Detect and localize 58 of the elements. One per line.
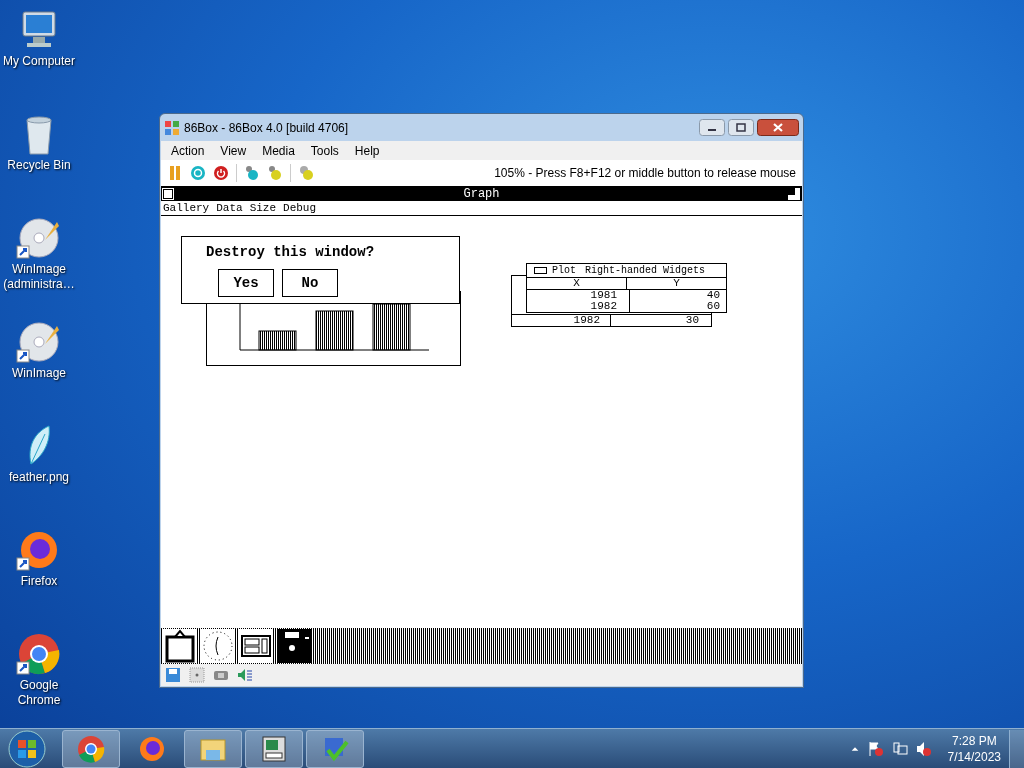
status-text: 105% - Press F8+F12 or middle button to release mouse <box>494 166 796 180</box>
window-subtitle: Right-handed Widgets <box>585 264 706 277</box>
panel-icon[interactable] <box>239 629 273 663</box>
chart-bar <box>258 330 297 351</box>
minimize-icon[interactable] <box>699 119 725 136</box>
icon-label[interactable]: Firefox <box>1 574 77 589</box>
speaker-muted-icon[interactable] <box>915 740 932 757</box>
maximize-icon[interactable] <box>728 119 754 136</box>
table-cell-text: 1982 <box>589 301 618 312</box>
table-cell-text: 1981 <box>589 290 618 301</box>
clipboard-icon[interactable] <box>163 629 197 663</box>
menu-item[interactable]: Tools <box>302 143 347 158</box>
table-cell: 60 <box>629 301 726 312</box>
menu-item[interactable]: Debug <box>283 202 317 214</box>
icon-label[interactable]: Recycle Bin <box>1 158 77 173</box>
clock-time[interactable]: 7:28 PM <box>951 732 997 749</box>
clock-date[interactable]: 7/14/2023 <box>947 748 1001 765</box>
dialog-button[interactable]: Yes <box>218 269 274 297</box>
menu-item[interactable]: Media <box>254 143 303 158</box>
chrome-icon <box>76 733 106 764</box>
column-header: Y <box>626 278 726 289</box>
power-icon[interactable] <box>213 165 229 181</box>
icon-label[interactable]: Google Chrome <box>1 678 77 708</box>
network-icon[interactable] <box>891 740 908 757</box>
start-button[interactable] <box>7 728 47 768</box>
clock-icon[interactable] <box>201 629 235 663</box>
icon-label[interactable]: My Computer <box>1 54 77 69</box>
chrome-taskbar-button[interactable] <box>62 729 120 768</box>
close-icon[interactable] <box>757 119 799 136</box>
menu-item[interactable]: View <box>212 143 255 158</box>
computer-icon <box>259 733 289 764</box>
table-cell: 30 <box>610 315 711 326</box>
chart-bar <box>315 310 354 351</box>
dialog-button[interactable]: No <box>282 269 338 297</box>
close-box[interactable] <box>534 267 547 274</box>
folder-taskbar-button[interactable] <box>184 729 242 768</box>
zoom-box[interactable] <box>788 187 800 200</box>
window-title: 86Box - 86Box 4.0 [build 4706] <box>184 120 350 135</box>
icon-label[interactable]: WinImage (administra… <box>1 262 77 292</box>
menu-item[interactable]: Size <box>249 202 277 214</box>
table-cell: 40 <box>629 290 726 301</box>
app-icon <box>164 119 180 136</box>
window-title: Graph <box>463 186 500 201</box>
menu-item[interactable]: Action <box>163 143 213 158</box>
icon-label[interactable]: WinImage <box>1 366 77 381</box>
dialog-question: Destroy this window? <box>206 244 375 260</box>
column-header: X <box>572 278 581 289</box>
show-desktop-button[interactable] <box>1009 729 1024 768</box>
flag-icon[interactable] <box>867 740 884 757</box>
speaker-icon[interactable] <box>237 667 253 683</box>
menu-item[interactable]: Gallery <box>163 202 210 214</box>
window-title: Plot <box>552 264 576 277</box>
table-cell-text: 1982 <box>572 315 601 326</box>
close-box[interactable] <box>163 188 173 199</box>
computer-taskbar-button[interactable] <box>245 729 303 768</box>
icon-label[interactable]: feather.png <box>1 470 77 485</box>
menu-item[interactable]: Help <box>346 143 388 158</box>
menu-item[interactable]: Data <box>216 202 243 214</box>
